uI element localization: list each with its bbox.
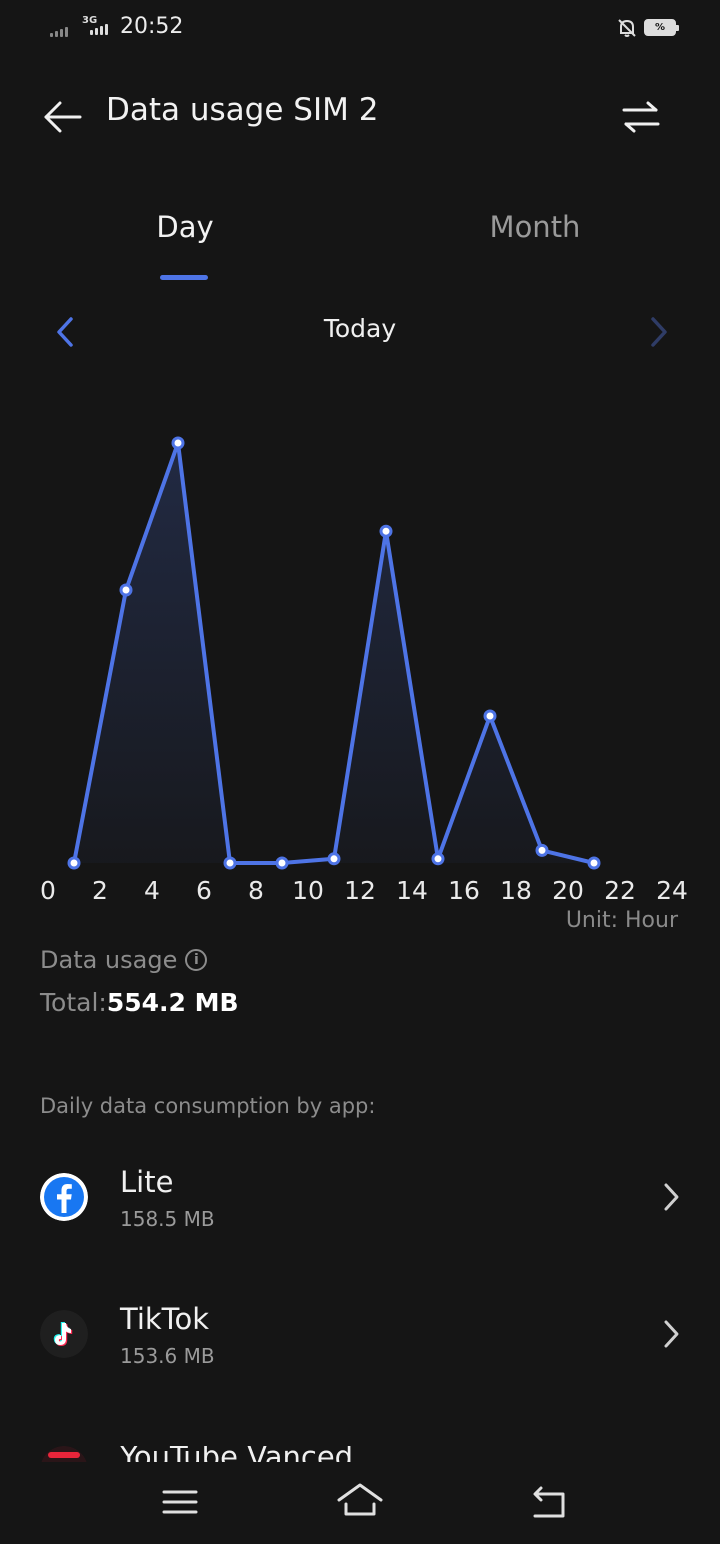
x-tick-label: 24	[656, 876, 688, 905]
menu-icon[interactable]	[160, 1484, 200, 1520]
bell-off-icon	[618, 19, 636, 37]
x-tick-label: 14	[396, 876, 428, 905]
clock: 20:52	[120, 14, 184, 39]
signal-sim1-icon	[50, 27, 68, 37]
total-label: Total:	[40, 988, 107, 1017]
app-name: Lite	[120, 1165, 174, 1199]
battery-icon: %	[644, 19, 679, 36]
active-tab-indicator	[160, 275, 208, 280]
x-tick-label: 8	[248, 876, 264, 905]
chevron-right-icon[interactable]	[638, 312, 678, 352]
x-tick-label: 22	[604, 876, 636, 905]
chart-point-17	[483, 709, 497, 723]
x-tick-label: 16	[448, 876, 480, 905]
usage-line-chart	[67, 436, 601, 870]
chart-area-fill	[74, 443, 594, 863]
facebook-lite-icon	[40, 1173, 88, 1221]
chart-point-11	[327, 852, 341, 866]
youtube-vanced-icon	[41, 1446, 87, 1462]
app-data-size: 158.5 MB	[120, 1207, 215, 1231]
tab-month[interactable]: Month	[445, 210, 625, 244]
app-row-youtube-vanced[interactable]: YouTube Vanced	[0, 1446, 720, 1462]
total-usage-row: Total:554.2 MB	[40, 988, 239, 1017]
app-data-size: 153.6 MB	[120, 1344, 215, 1368]
chart-point-3	[119, 583, 133, 597]
x-tick-label: 20	[552, 876, 584, 905]
chevron-left-icon[interactable]	[46, 312, 86, 352]
chart-point-15	[431, 852, 445, 866]
arrow-left-icon[interactable]	[40, 96, 86, 138]
signal-sim2-icon	[90, 24, 108, 35]
x-tick-label: 4	[144, 876, 160, 905]
x-tick-label: 2	[92, 876, 108, 905]
total-value: 554.2 MB	[106, 988, 239, 1017]
axis-unit-label: Unit: Hour	[565, 908, 678, 933]
status-bar: 3G 20:52 %	[0, 0, 720, 58]
app-name: TikTok	[120, 1302, 209, 1336]
data-usage-label: Data usage i	[40, 946, 208, 974]
x-axis-ticks: 0 2 4 6 8 10 12 14 16 18 20 22 24	[0, 876, 720, 912]
chart-point-21	[587, 856, 601, 870]
chevron-right-icon	[664, 1320, 679, 1348]
chevron-right-icon	[664, 1183, 679, 1211]
app-consumption-heading: Daily data consumption by app:	[40, 1094, 376, 1118]
home-icon[interactable]	[334, 1480, 386, 1520]
x-tick-label: 10	[292, 876, 324, 905]
x-tick-label: 6	[196, 876, 212, 905]
chart-point-19	[535, 843, 549, 857]
x-tick-label: 0	[40, 876, 56, 905]
x-tick-label: 18	[500, 876, 532, 905]
navigation-bar	[0, 1462, 720, 1544]
chart-point-1	[67, 856, 81, 870]
tab-day[interactable]: Day	[95, 210, 275, 244]
app-name: YouTube Vanced	[120, 1446, 353, 1462]
chart-point-9	[275, 856, 289, 870]
page-title: Data usage SIM 2	[106, 92, 379, 128]
app-row-lite[interactable]: Lite 158.5 MB	[0, 1165, 720, 1283]
return-icon[interactable]	[527, 1482, 571, 1522]
x-tick-label: 12	[344, 876, 376, 905]
chart-point-13	[379, 524, 393, 538]
chart-point-5	[171, 436, 185, 450]
info-icon[interactable]: i	[185, 949, 208, 971]
app-row-tiktok[interactable]: TikTok 153.6 MB	[0, 1302, 720, 1420]
swap-arrows-icon[interactable]	[618, 96, 664, 138]
chart-point-7	[223, 856, 237, 870]
tiktok-icon	[40, 1310, 88, 1358]
data-usage-text: Data usage	[40, 946, 178, 974]
period-label: Today	[323, 314, 397, 343]
battery-text: %	[654, 22, 666, 33]
